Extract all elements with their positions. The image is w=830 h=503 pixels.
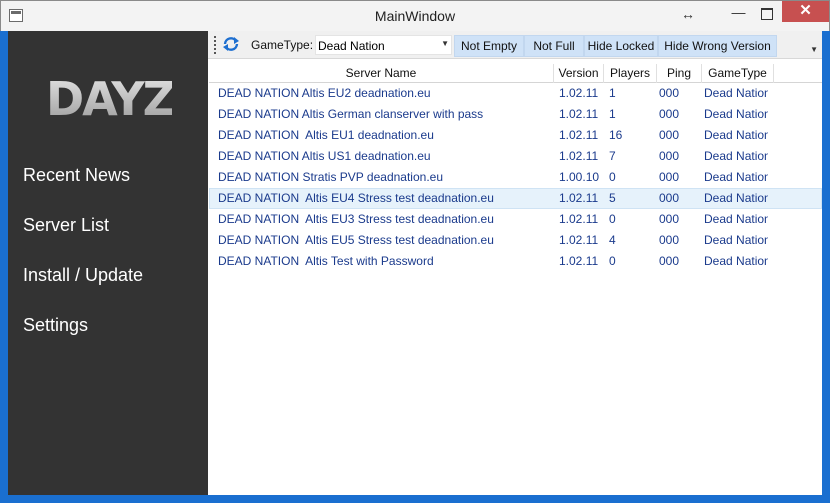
cell-players: 4 <box>609 233 616 247</box>
cell-version: 1.02.11 <box>559 86 599 100</box>
table-row[interactable]: DEAD NATION Altis EU5 Stress test deadna… <box>209 230 822 251</box>
column-header-players[interactable]: Players <box>604 64 657 83</box>
dayz-logo: DAYZ <box>48 72 172 123</box>
cell-version: 1.02.11 <box>559 254 599 268</box>
cell-version: 1.02.11 <box>559 128 599 142</box>
dropdown-arrow-icon: ▼ <box>441 39 449 48</box>
filter-toolbar: GameType: Dead Nation ▼ Not Empty Not Fu… <box>208 31 822 59</box>
cell-ping: 000 <box>659 86 680 100</box>
cell-gametype: Dead Nation <box>704 191 768 205</box>
dayz-logo-text: DAYZ <box>48 72 172 123</box>
hide-locked-button[interactable]: Hide Locked <box>584 35 658 57</box>
cell-players: 0 <box>609 212 616 226</box>
cell-gametype: Dead Nation <box>704 212 768 226</box>
cell-server-name: DEAD NATION Altis EU2 deadnation.eu <box>218 86 431 100</box>
column-header-gametype[interactable]: GameType <box>702 64 774 83</box>
cell-gametype: Dead Nation <box>704 149 768 163</box>
cell-version: 1.02.11 <box>559 233 599 247</box>
cell-gametype: Dead Nation <box>704 128 768 142</box>
cell-ping: 000 <box>659 254 680 268</box>
toolbar-overflow-icon[interactable]: ▼ <box>810 45 818 54</box>
cell-gametype: Dead Nation <box>704 233 768 247</box>
cell-server-name: DEAD NATION Altis US1 deadnation.eu <box>218 149 431 163</box>
cell-ping: 000 <box>659 191 680 205</box>
cell-version: 1.02.11 <box>559 149 599 163</box>
cell-server-name: DEAD NATION Altis German clanserver with… <box>218 107 484 121</box>
maximize-button[interactable] <box>753 2 780 24</box>
table-row[interactable]: DEAD NATION Altis Test with Password 1.0… <box>209 251 822 272</box>
main-window: MainWindow ↔ — ✕ DAYZ Recent News Server… <box>0 0 830 503</box>
hide-wrong-version-button[interactable]: Hide Wrong Version <box>658 35 777 57</box>
cell-gametype: Dead Nation <box>704 86 768 100</box>
cell-server-name: DEAD NATION Altis Test with Password <box>218 254 434 268</box>
cell-version: 1.02.11 <box>559 107 599 121</box>
sidebar-item-settings[interactable]: Settings <box>23 315 88 336</box>
refresh-icon[interactable] <box>222 35 240 53</box>
cell-server-name: DEAD NATION Stratis PVP deadnation.eu <box>218 170 443 184</box>
table-row-selected[interactable]: DEAD NATION Altis EU4 Stress test deadna… <box>209 188 822 209</box>
resize-icon: ↔ <box>681 6 695 22</box>
grid-header: Server Name Version Players Ping GameTyp… <box>209 64 822 83</box>
sidebar: DAYZ Recent News Server List Install / U… <box>8 31 208 495</box>
table-row[interactable]: DEAD NATION Altis EU3 Stress test deadna… <box>209 209 822 230</box>
close-button[interactable]: ✕ <box>782 1 829 22</box>
column-header-version[interactable]: Version <box>554 64 604 83</box>
cell-players: 7 <box>609 149 616 163</box>
cell-gametype: Dead Nation <box>704 170 768 184</box>
cell-players: 0 <box>609 254 616 268</box>
cell-gametype: Dead Nation <box>704 254 768 268</box>
cell-ping: 000 <box>659 107 680 121</box>
server-list-grid: Server Name Version Players Ping GameTyp… <box>209 64 822 495</box>
gametype-select-value: Dead Nation <box>318 39 385 53</box>
cell-players: 1 <box>609 107 616 121</box>
sidebar-item-recent-news[interactable]: Recent News <box>23 165 130 186</box>
table-row[interactable]: DEAD NATION Stratis PVP deadnation.eu 1.… <box>209 167 822 188</box>
cell-server-name: DEAD NATION Altis EU3 Stress test deadna… <box>218 212 494 226</box>
table-row[interactable]: DEAD NATION Altis US1 deadnation.eu 1.02… <box>209 146 822 167</box>
title-bar[interactable]: MainWindow ↔ — ✕ <box>0 0 830 31</box>
cell-version: 1.02.11 <box>559 212 599 226</box>
table-row[interactable]: DEAD NATION Altis EU2 deadnation.eu 1.02… <box>209 83 822 104</box>
gametype-select[interactable]: Dead Nation ▼ <box>315 35 452 55</box>
cell-server-name: DEAD NATION Altis EU4 Stress test deadna… <box>218 191 494 205</box>
sidebar-item-install-update[interactable]: Install / Update <box>23 265 143 286</box>
cell-ping: 000 <box>659 128 680 142</box>
cell-gametype: Dead Nation <box>704 107 768 121</box>
cell-ping: 000 <box>659 233 680 247</box>
not-empty-button[interactable]: Not Empty <box>454 35 524 57</box>
cell-players: 0 <box>609 170 616 184</box>
client-area: DAYZ Recent News Server List Install / U… <box>8 31 822 495</box>
minimize-button[interactable]: — <box>725 2 752 24</box>
column-header-server-name[interactable]: Server Name <box>209 64 554 83</box>
cell-version: 1.02.11 <box>559 191 599 205</box>
table-row[interactable]: DEAD NATION Altis EU1 deadnation.eu 1.02… <box>209 125 822 146</box>
sidebar-item-server-list[interactable]: Server List <box>23 215 109 236</box>
column-header-ping[interactable]: Ping <box>657 64 702 83</box>
cell-ping: 000 <box>659 170 680 184</box>
cell-server-name: DEAD NATION Altis EU5 Stress test deadna… <box>218 233 494 247</box>
cell-ping: 000 <box>659 149 680 163</box>
not-full-button[interactable]: Not Full <box>524 35 584 57</box>
window-title: MainWindow <box>374 8 456 24</box>
cell-players: 16 <box>609 128 623 142</box>
cell-server-name: DEAD NATION Altis EU1 deadnation.eu <box>218 128 434 142</box>
toolbar-grip[interactable] <box>214 36 217 54</box>
table-row[interactable]: DEAD NATION Altis German clanserver with… <box>209 104 822 125</box>
cell-players: 5 <box>609 191 616 205</box>
cell-version: 1.00.10 <box>559 170 600 184</box>
gametype-label: GameType: <box>251 38 314 52</box>
cell-players: 1 <box>609 86 616 100</box>
cell-ping: 000 <box>659 212 680 226</box>
